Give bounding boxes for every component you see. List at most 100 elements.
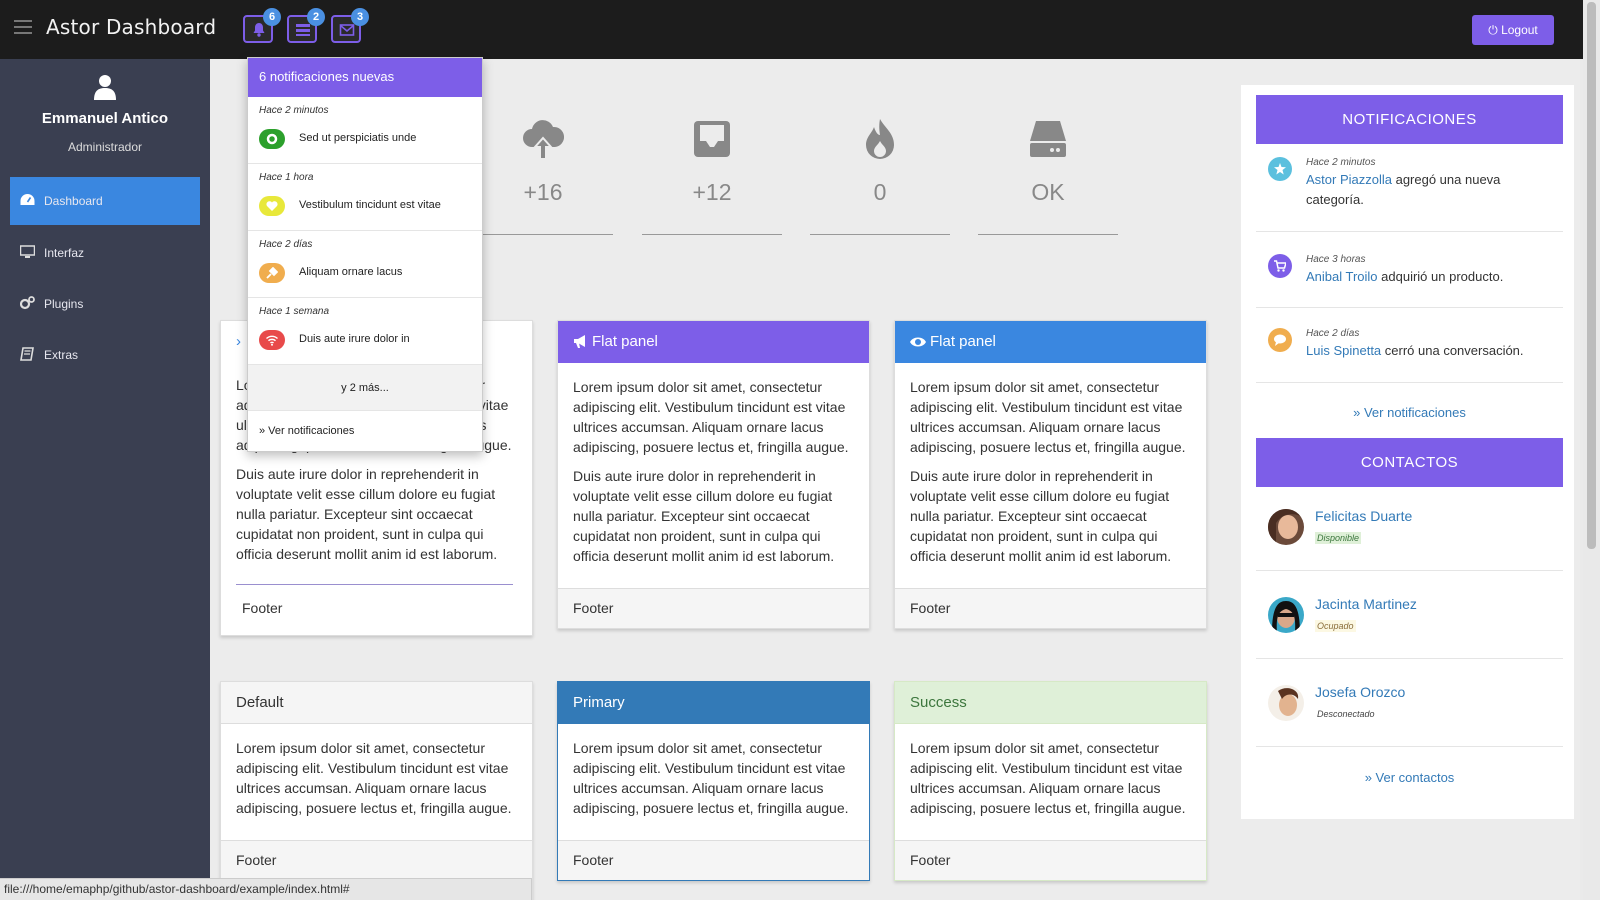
power-icon: ⏻ (1488, 23, 1498, 37)
stat-value: OK (1031, 179, 1065, 205)
view-contacts-link[interactable]: » Ver contactos (1256, 770, 1563, 785)
app-title[interactable]: Astor Dashboard (46, 15, 216, 39)
panel-text: Duis aute irure dolor in reprehenderit i… (573, 468, 835, 564)
menu-toggle-icon[interactable] (14, 20, 32, 36)
panel-default: Default Lorem ipsum dolor sit amet, cons… (220, 681, 533, 900)
sidebar-item-label: Plugins (44, 297, 84, 311)
panel-body: Lorem ipsum dolor sit amet, consectetur … (558, 724, 869, 841)
right-column: NOTIFICACIONES Hace 2 minutos Astor Piaz… (1235, 59, 1580, 900)
contact-item[interactable]: Jacinta Martinez Ocupado (1256, 571, 1563, 659)
notification-message: adquirió un producto. (1377, 269, 1504, 284)
panel-text: Lorem ipsum dolor sit amet, consectetur … (573, 740, 849, 816)
logout-button[interactable]: ⏻ Logout (1472, 15, 1554, 45)
page-scrollbar[interactable] (1583, 0, 1600, 900)
contact-item[interactable]: Josefa Orozco Desconectado (1256, 659, 1563, 747)
logout-label: Logout (1501, 23, 1538, 37)
dropdown-more[interactable]: y 2 más... (248, 365, 482, 411)
user-icon (94, 75, 116, 100)
avatar (1268, 685, 1304, 721)
contact-name[interactable]: Josefa Orozco (1315, 684, 1405, 700)
panel-text: Duis aute irure dolor in reprehenderit i… (236, 466, 498, 562)
contact-status: Disponible (1315, 532, 1362, 544)
panel-title: Flat panel (592, 333, 658, 350)
notification-text: Anibal Troilo adquirió un producto. (1306, 267, 1556, 287)
star-icon (1268, 157, 1292, 181)
dropdown-item[interactable]: Hace 1 hora Vestibulum tincidunt est vit… (248, 164, 482, 231)
panel-footer: Footer (895, 840, 1206, 880)
stat-value: +12 (692, 179, 732, 205)
panel-body: Lorem ipsum dolor sit amet, consectetur … (895, 363, 1206, 589)
dropdown-header: 6 notificaciones nuevas (248, 58, 482, 97)
bullhorn-icon (574, 335, 585, 348)
panel-text: Duis aute irure dolor in reprehenderit i… (910, 468, 1172, 564)
stat-uploads: +16 (473, 119, 613, 235)
notification-item[interactable]: Hace 2 minutos Astor Piazzolla agregó un… (1256, 157, 1563, 232)
dropdown-item-text: Aliquam ornare lacus (299, 266, 403, 278)
panel-heading: Primary (558, 682, 869, 724)
panel-footer: Footer (242, 600, 283, 616)
view-notifications-link[interactable]: » Ver notificaciones (1256, 405, 1563, 420)
plug-icon (259, 263, 285, 283)
notification-text: Luis Spinetta cerró una conversación. (1306, 341, 1556, 361)
panel-flat-blue: Flat panel Lorem ipsum dolor sit amet, c… (894, 320, 1207, 629)
notification-item[interactable]: Hace 3 horas Anibal Troilo adquirió un p… (1256, 254, 1563, 308)
notification-time: Hace 2 días (1306, 328, 1360, 339)
panel-body: Lorem ipsum dolor sit amet, consectetur … (895, 724, 1206, 841)
stat-server: OK (978, 119, 1118, 235)
panel-heading: Success (895, 682, 1206, 724)
avatar (1268, 509, 1304, 545)
eye-icon (910, 337, 926, 347)
dropdown-item[interactable]: Hace 2 minutos Sed ut perspiciatis unde (248, 97, 482, 164)
notification-item[interactable]: Hace 2 días Luis Spinetta cerró una conv… (1256, 328, 1563, 383)
server-icon (1030, 121, 1066, 157)
sidebar: Emmanuel Antico Administrador Dashboard … (0, 59, 210, 900)
sidebar-item-dashboard[interactable]: Dashboard (10, 177, 200, 225)
sidebar-item-plugins[interactable]: Plugins (10, 280, 200, 328)
panel-heading: Flat panel (558, 321, 869, 363)
comment-icon (1268, 328, 1292, 352)
messages-button[interactable]: 3 (331, 8, 369, 43)
tasks-icon (296, 24, 310, 36)
notification-user-link[interactable]: Astor Piazzolla (1306, 172, 1392, 187)
bell-icon (253, 23, 265, 37)
avatar (1268, 597, 1304, 633)
panel-text: Lorem ipsum dolor sit amet, consectetur … (573, 379, 849, 455)
notifications-dropdown: 6 notificaciones nuevas Hace 2 minutos S… (247, 57, 483, 452)
dropdown-view-all-link[interactable]: » Ver notificaciones (248, 411, 482, 454)
tasks-button[interactable]: 2 (287, 8, 325, 43)
panel-success: Success Lorem ipsum dolor sit amet, cons… (894, 681, 1207, 881)
contact-item[interactable]: Felicitas Duarte Disponible (1256, 483, 1563, 571)
contact-name[interactable]: Felicitas Duarte (1315, 508, 1412, 524)
notifications-heading: NOTIFICACIONES (1256, 95, 1563, 144)
notification-text: Astor Piazzolla agregó una nueva categor… (1306, 170, 1556, 210)
sidebar-item-interfaz[interactable]: Interfaz (10, 229, 200, 277)
stat-fire: 0 (810, 119, 950, 235)
panel-body: Lorem ipsum dolor sit amet, consectetur … (221, 724, 532, 841)
tasks-badge: 2 (307, 8, 325, 26)
contact-status: Ocupado (1315, 620, 1356, 632)
heart-icon (259, 196, 285, 216)
right-panel: NOTIFICACIONES Hace 2 minutos Astor Piaz… (1241, 85, 1574, 819)
contact-status: Desconectado (1317, 709, 1375, 719)
dropdown-item-text: Duis aute irure dolor in (299, 333, 410, 345)
notifications-badge: 6 (263, 8, 281, 26)
dropdown-item-text: Sed ut perspiciatis unde (299, 132, 417, 144)
panel-flat-purple: Flat panel Lorem ipsum dolor sit amet, c… (557, 320, 870, 629)
dropdown-item[interactable]: Hace 1 semana Duis aute irure dolor in (248, 298, 482, 365)
contact-name[interactable]: Jacinta Martinez (1315, 596, 1417, 612)
stat-value: 0 (873, 179, 887, 205)
notifications-button[interactable]: 6 (243, 8, 281, 43)
cloud-upload-icon (523, 120, 564, 159)
cart-icon (1268, 254, 1292, 278)
book-icon (20, 347, 34, 361)
notification-time: Hace 3 horas (1306, 254, 1366, 265)
notification-user-link[interactable]: Anibal Troilo (1306, 269, 1378, 284)
scrollbar-thumb[interactable] (1587, 2, 1596, 549)
inbox-icon (694, 121, 730, 157)
sidebar-item-extras[interactable]: Extras (10, 331, 200, 379)
stat-value: +16 (523, 179, 563, 205)
notification-message: cerró una conversación. (1381, 343, 1524, 358)
dropdown-item[interactable]: Hace 2 días Aliquam ornare lacus (248, 231, 482, 298)
notification-user-link[interactable]: Luis Spinetta (1306, 343, 1381, 358)
panel-heading: Flat panel (895, 321, 1206, 363)
